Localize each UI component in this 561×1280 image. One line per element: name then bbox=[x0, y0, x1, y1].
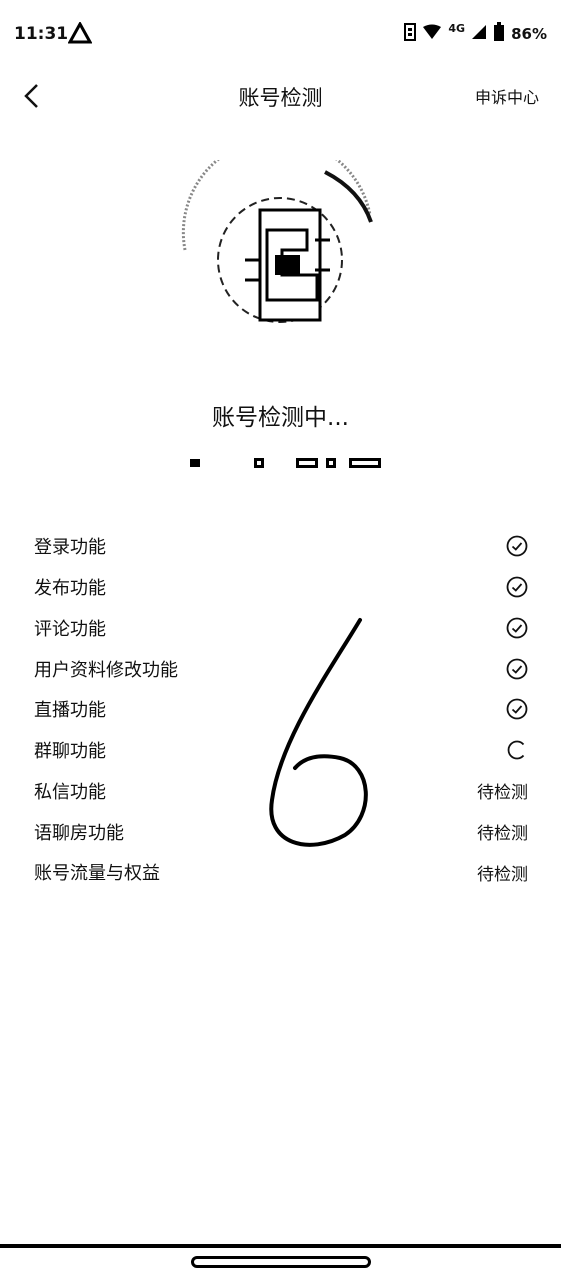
list-item: 直播功能 bbox=[34, 689, 528, 730]
list-item: 账号流量与权益 待检测 bbox=[34, 852, 528, 893]
sim-icon bbox=[404, 23, 417, 45]
check-state bbox=[458, 535, 528, 557]
check-label: 群聊功能 bbox=[34, 741, 106, 763]
system-nav-bar bbox=[0, 1244, 561, 1280]
check-label: 评论功能 bbox=[34, 618, 106, 640]
status-time: 11:31 bbox=[14, 24, 69, 44]
check-state bbox=[458, 617, 528, 639]
check-circle-icon bbox=[506, 658, 528, 680]
check-state-text: 待检测 bbox=[477, 864, 528, 885]
detection-illustration bbox=[175, 136, 385, 340]
check-state-text: 待检测 bbox=[477, 824, 528, 845]
page-header: 账号检测 申诉中心 bbox=[0, 70, 561, 122]
wifi-icon bbox=[422, 24, 442, 44]
list-item: 私信功能 待检测 bbox=[34, 771, 528, 812]
battery-icon bbox=[493, 22, 505, 46]
check-circle-icon bbox=[506, 617, 528, 639]
list-item: 用户资料修改功能 bbox=[34, 648, 528, 689]
status-bar: 11:31 4G 86% bbox=[0, 0, 561, 70]
list-item: 发布功能 bbox=[34, 567, 528, 608]
app-notification-icon bbox=[67, 20, 93, 50]
appeal-center-link[interactable]: 申诉中心 bbox=[475, 84, 539, 108]
check-label: 登录功能 bbox=[34, 537, 106, 559]
check-circle-icon bbox=[506, 698, 528, 720]
check-label: 直播功能 bbox=[34, 700, 106, 722]
check-label: 私信功能 bbox=[34, 781, 106, 803]
check-state bbox=[458, 576, 528, 598]
status-indicators: 4G 86% bbox=[404, 22, 547, 46]
check-list: 登录功能 发布功能 评论功能 用户资料修改功能 直播功能 群聊功能 私信功能 待… bbox=[34, 526, 528, 893]
check-label: 账号流量与权益 bbox=[34, 863, 160, 885]
battery-level: 86% bbox=[511, 25, 547, 43]
list-item: 群聊功能 bbox=[34, 730, 528, 771]
check-label: 发布功能 bbox=[34, 578, 106, 600]
list-item: 语聊房功能 待检测 bbox=[34, 811, 528, 852]
progress-dots bbox=[186, 455, 386, 469]
spinner-icon bbox=[507, 740, 525, 760]
check-circle-icon bbox=[506, 535, 528, 557]
check-state bbox=[458, 739, 528, 761]
check-state-text: 待检测 bbox=[477, 783, 528, 804]
check-state bbox=[458, 698, 528, 720]
signal-icon bbox=[471, 24, 487, 44]
list-item: 评论功能 bbox=[34, 608, 528, 649]
detection-status-text: 账号检测中... bbox=[212, 405, 349, 431]
check-label: 用户资料修改功能 bbox=[34, 659, 178, 681]
check-label: 语聊房功能 bbox=[34, 822, 124, 844]
home-gesture-bar[interactable] bbox=[191, 1256, 371, 1268]
list-item: 登录功能 bbox=[34, 526, 528, 567]
check-state bbox=[458, 658, 528, 680]
network-type: 4G bbox=[448, 21, 466, 35]
nav-divider bbox=[0, 1244, 561, 1248]
check-circle-icon bbox=[506, 576, 528, 598]
